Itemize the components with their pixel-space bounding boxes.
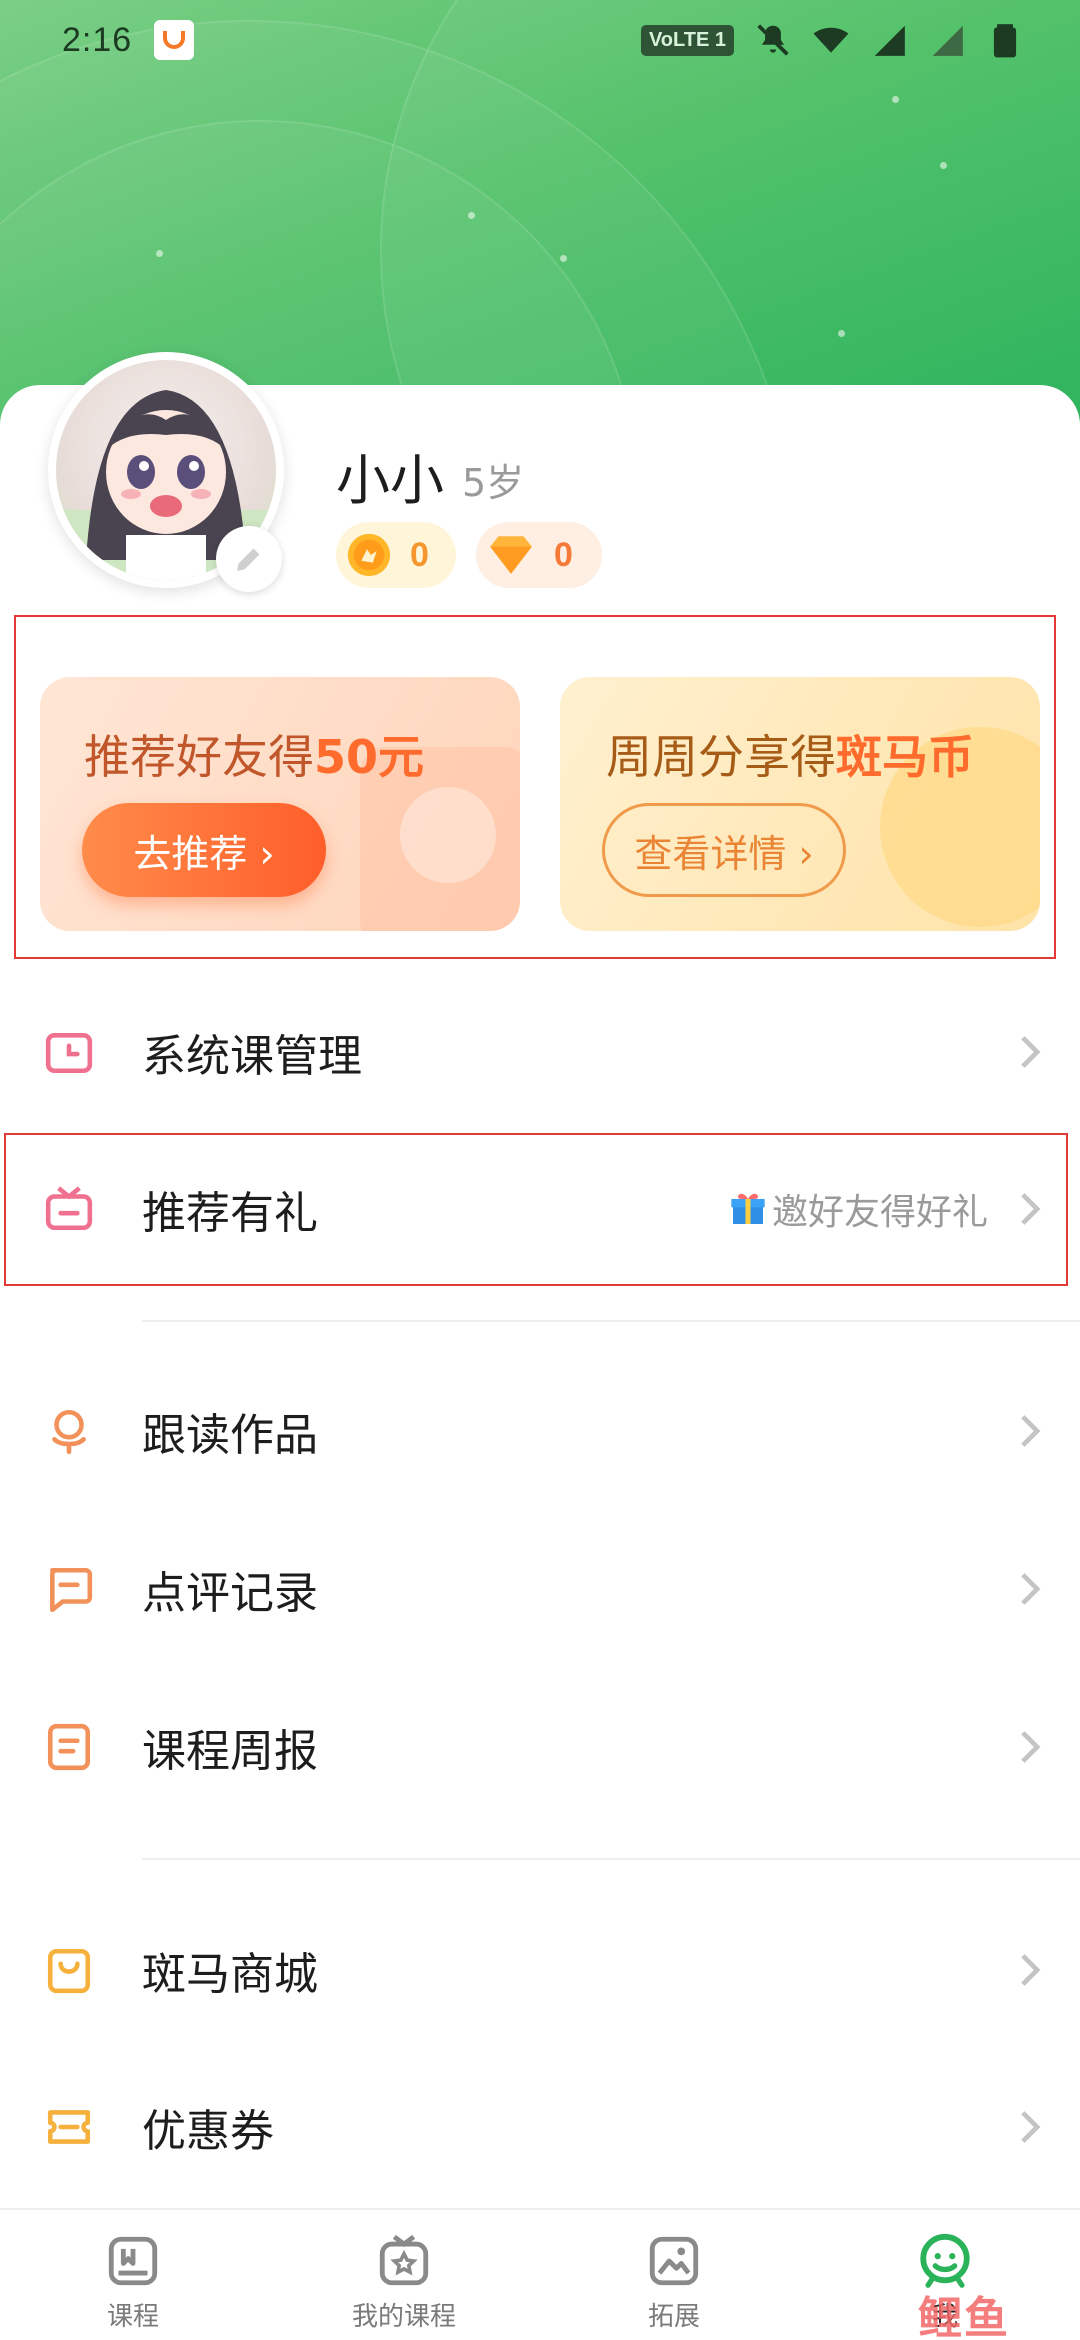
comment-icon bbox=[50, 1567, 93, 1613]
menu-label: 课程周报 bbox=[142, 1726, 318, 1777]
chevron-right-icon bbox=[1021, 1573, 1041, 1605]
menu-item-system-course[interactable]: 系统课管理 bbox=[0, 977, 1080, 1127]
battery-icon bbox=[993, 24, 1017, 58]
nav-label: 我的课程 bbox=[351, 2302, 456, 2332]
menu-label: 跟读作品 bbox=[142, 1410, 318, 1461]
report-icon bbox=[47, 1723, 91, 1771]
bell-muted-icon bbox=[757, 24, 789, 56]
volte-badge: VoLTE 1 bbox=[640, 24, 734, 56]
zebra-coin-icon bbox=[347, 533, 391, 577]
diamond-icon bbox=[490, 536, 532, 574]
annotation-box-promos bbox=[14, 615, 1056, 959]
edit-avatar-button[interactable] bbox=[216, 526, 282, 592]
menu-label: 点评记录 bbox=[142, 1568, 318, 1619]
menu-item-weekly-report[interactable]: 课程周报 bbox=[0, 1672, 1080, 1822]
shopping-bag-icon bbox=[47, 1948, 91, 1994]
wifi-icon bbox=[813, 27, 849, 53]
menu-item-store[interactable]: 斑马商城 bbox=[0, 1895, 1080, 2045]
nav-label: 课程 bbox=[106, 2302, 159, 2332]
menu-item-reading-works[interactable]: 跟读作品 bbox=[0, 1356, 1080, 1506]
user-age: 5岁 bbox=[462, 461, 525, 505]
signal-2-icon bbox=[932, 25, 963, 56]
clock-tv-icon bbox=[45, 1033, 93, 1074]
divider bbox=[142, 1320, 1080, 1322]
course-book-icon bbox=[108, 2236, 158, 2286]
picture-icon bbox=[649, 2236, 699, 2286]
status-time: 2:16 bbox=[62, 20, 133, 59]
divider bbox=[142, 1858, 1080, 1860]
nav-tab-courses[interactable]: 课程 bbox=[43, 2232, 223, 2333]
star-tv-icon bbox=[379, 2234, 429, 2286]
nav-tab-my-courses[interactable]: 我的课程 bbox=[314, 2232, 494, 2333]
status-indicators: VoLTE 1 bbox=[640, 21, 1024, 59]
chevron-right-icon bbox=[1021, 1954, 1041, 1986]
coin-balance[interactable]: 0 bbox=[336, 522, 456, 588]
watermark-text: 鲤鱼 bbox=[918, 2293, 1010, 2340]
status-bar: 2:16 VoLTE 1 bbox=[0, 0, 1080, 80]
coin-count: 0 bbox=[410, 535, 429, 574]
nav-label: 拓展 bbox=[647, 2302, 700, 2332]
menu-item-review-records[interactable]: 点评记录 bbox=[0, 1514, 1080, 1664]
nav-tab-explore[interactable]: 拓展 bbox=[584, 2232, 764, 2333]
chevron-right-icon bbox=[1021, 1036, 1041, 1068]
gem-count: 0 bbox=[554, 535, 573, 574]
pencil-icon bbox=[237, 548, 260, 571]
chevron-right-icon bbox=[1021, 1415, 1041, 1447]
gem-balance[interactable]: 0 bbox=[476, 522, 602, 588]
menu-label: 优惠券 bbox=[142, 2106, 274, 2157]
app-notification-icon bbox=[154, 20, 195, 60]
menu-item-coupons[interactable]: 优惠券 bbox=[0, 2052, 1080, 2202]
coupon-icon bbox=[47, 2110, 91, 2144]
chevron-right-icon bbox=[1021, 2111, 1041, 2143]
microphone-icon bbox=[52, 1409, 86, 1455]
annotation-box-referral bbox=[4, 1133, 1068, 1286]
menu-label: 斑马商城 bbox=[142, 1949, 318, 2000]
user-name: 小小 bbox=[336, 449, 444, 512]
signal-icon bbox=[874, 25, 905, 56]
chevron-right-icon bbox=[1021, 1731, 1041, 1763]
menu-label: 系统课管理 bbox=[142, 1031, 362, 1082]
